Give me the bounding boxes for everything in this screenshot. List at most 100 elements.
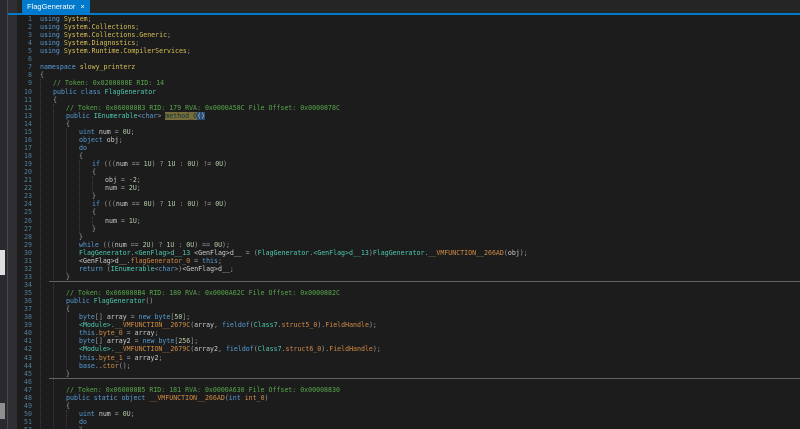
line-number[interactable]: 32 [17,265,32,273]
line-number[interactable]: 45 [17,370,32,378]
code-line[interactable]: 23} [17,192,800,200]
code-line[interactable]: 24 if (((num == 0U) ? 1U : 0U) != 0U) [17,200,800,208]
line-number[interactable]: 22 [17,184,32,192]
line-number[interactable]: 50 [17,410,32,418]
code-line[interactable]: 45} [17,370,800,378]
line-number[interactable]: 27 [17,225,32,233]
code-line[interactable]: 22 num = 2U; [17,184,800,192]
line-number[interactable]: 43 [17,354,32,362]
line-number[interactable]: 10 [17,88,32,96]
code-line[interactable]: 33} [17,273,800,281]
line-number[interactable]: 4 [17,39,32,47]
line-number[interactable]: 8 [17,71,32,79]
code-line[interactable]: 17 do [17,144,800,152]
code-line[interactable]: 9 // Token: 0x0200000E RID: 14 [17,79,800,87]
panel-scrollbar-mark[interactable] [0,250,5,275]
line-number[interactable]: 34 [17,281,32,289]
line-number[interactable]: 12 [17,104,32,112]
code-line[interactable]: 14 { [17,120,800,128]
line-number[interactable]: 2 [17,23,32,31]
code-line[interactable]: 51 do [17,418,800,426]
code-line[interactable]: 30 FlagGenerator.<GenFlag>d__13 <GenFlag>… [17,249,800,257]
code-line[interactable]: 34 [17,281,800,289]
line-number[interactable]: 7 [17,63,32,71]
code-line[interactable]: 13 public IEnumerable<char> method_0() [17,111,800,120]
line-number[interactable]: 48 [17,394,32,402]
code-line[interactable]: 41 byte[] array2 = new byte[256]; [17,337,800,345]
line-number[interactable]: 26 [17,217,32,225]
line-number[interactable]: 24 [17,200,32,208]
code-line[interactable]: 1 using System; [17,15,800,23]
code-line[interactable]: 26 num = 1U; [17,217,800,225]
line-number[interactable]: 6 [17,55,32,63]
line-number[interactable]: 51 [17,418,32,426]
code-line[interactable]: 28} [17,233,800,241]
code-line[interactable]: 7 namespace slowy_printerz [17,63,800,71]
line-number[interactable]: 23 [17,192,32,200]
line-number[interactable]: 44 [17,362,32,370]
code-line[interactable]: 29 while (((num == 2U) ? 1U : 0U) == 0U); [17,241,800,249]
code-line[interactable]: 31 <GenFlag>d__.flagGenerator_0 = this; [17,257,800,265]
line-number[interactable]: 40 [17,329,32,337]
code-line[interactable]: 12 // Token: 0x060000B3 RID: 179 RVA: 0x0… [17,104,800,112]
code-line[interactable]: 15 uint num = 0U; [17,128,800,136]
line-number[interactable]: 47 [17,386,32,394]
line-number[interactable]: 16 [17,136,32,144]
code-line[interactable]: 10 public class FlagGenerator [17,88,800,96]
line-number[interactable]: 17 [17,144,32,152]
line-number[interactable]: 15 [17,128,32,136]
line-number[interactable]: 49 [17,402,32,410]
line-number[interactable]: 21 [17,176,32,184]
code-line[interactable]: 19 if (((num == 1U) ? 1U : 0U) != 0U) [17,160,800,168]
tab-flaggenerator[interactable]: FlagGenerator × [22,0,90,13]
code-line[interactable]: 35 // Token: 0x060000B4 RID: 180 RVA: 0x0… [17,289,800,297]
code-line[interactable]: 37 { [17,305,800,313]
code-line[interactable]: 25 { [17,208,800,216]
line-number[interactable]: 41 [17,337,32,345]
line-number[interactable]: 30 [17,249,32,257]
code-line[interactable]: 43 this.byte_1 = array2; [17,354,800,362]
highlighted-identifier-method_0[interactable]: method_0 [165,111,198,120]
line-number[interactable]: 13 [17,112,32,120]
code-line[interactable]: 44 base..ctor(); [17,362,800,370]
code-line[interactable]: 3 using System.Collections.Generic; [17,31,800,39]
code-line[interactable]: 40 this.byte_0 = array; [17,329,800,337]
line-number[interactable]: 33 [17,273,32,281]
code-line[interactable]: 42 <Module>.__VMFUNCTION__2679C(array2, f… [17,345,800,353]
line-number[interactable]: 9 [17,79,32,87]
code-line[interactable]: 50 uint num = 0U; [17,410,800,418]
code-line[interactable]: 2 using System.Collections; [17,23,800,31]
code-line[interactable]: 47 // Token: 0x060000B5 RID: 181 RVA: 0x0… [17,386,800,394]
code-line[interactable]: 6 [17,55,800,63]
code-line[interactable]: 20 { [17,168,800,176]
line-number[interactable]: 38 [17,313,32,321]
code-line[interactable]: 11 { [17,96,800,104]
line-number[interactable]: 39 [17,321,32,329]
code-line[interactable]: 48 public static object __VMFUNCTION__266… [17,394,800,402]
code-line[interactable]: 27} [17,225,800,233]
code-line[interactable]: 39 <Module>.__VMFUNCTION__2679C(array, fi… [17,321,800,329]
code-line[interactable]: 32 return (IEnumerable<char>)<GenFlag>d__… [17,265,800,273]
code-line[interactable]: 8{ [17,71,800,79]
line-number[interactable]: 1 [17,15,32,23]
code-line[interactable]: 49 { [17,402,800,410]
code-line[interactable]: 16 object obj; [17,136,800,144]
code-editor[interactable]: 1 using System; 2 using System.Collections;… [17,15,800,429]
line-number[interactable]: 3 [17,31,32,39]
close-icon[interactable]: × [80,3,84,11]
line-number[interactable]: 46 [17,378,32,386]
code-line[interactable]: 46 [17,378,800,386]
line-number[interactable]: 37 [17,305,32,313]
code-line[interactable]: 38 byte[] array = new byte[50]; [17,313,800,321]
line-number[interactable]: 29 [17,241,32,249]
breakpoint-margin[interactable] [8,0,17,429]
line-number[interactable]: 25 [17,208,32,216]
code-line[interactable]: 18 { [17,152,800,160]
line-number[interactable]: 18 [17,152,32,160]
line-number[interactable]: 20 [17,168,32,176]
line-number[interactable]: 5 [17,47,32,55]
line-number[interactable]: 28 [17,233,32,241]
code-line[interactable]: 21 obj = -2; [17,176,800,184]
line-number[interactable]: 42 [17,345,32,353]
code-line[interactable]: 5 using System.Runtime.CompilerServices; [17,47,800,55]
